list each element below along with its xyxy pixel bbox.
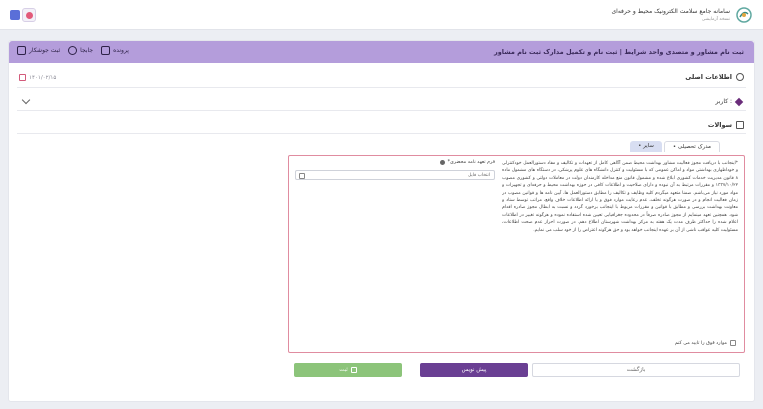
- divider: [17, 133, 746, 134]
- brand-logo-icon: [736, 7, 752, 23]
- agree-checkbox[interactable]: [730, 340, 736, 346]
- tab-other[interactable]: • سایر: [630, 141, 662, 152]
- register-icon: [17, 46, 26, 55]
- info-section-title[interactable]: اطلاعات اصلی: [685, 73, 744, 81]
- page-header: ثبت نام مشاور و متصدی واحد شرایط | ثبت ن…: [9, 41, 754, 63]
- tab-education[interactable]: • مدرک تحصیلی: [663, 141, 720, 152]
- diamond-icon: [734, 97, 744, 106]
- folder-icon: [101, 46, 111, 55]
- document-label-text: *فرم تعهد نامه محضری: [447, 160, 495, 165]
- swap-label: جابجا: [80, 47, 94, 54]
- tabs: • مدرک تحصیلی • سایر: [630, 141, 720, 152]
- swap-icon: [68, 46, 78, 55]
- register-button[interactable]: ثبت جوشکار: [17, 46, 60, 55]
- header-actions: ثبت جوشکار جابجا پرونده: [17, 46, 129, 55]
- chevron-down-icon[interactable]: [21, 95, 31, 105]
- submit-button[interactable]: ثبت: [294, 363, 402, 377]
- questions-section-title[interactable]: سوالات: [708, 121, 744, 129]
- user-menu-toggle-icon[interactable]: [10, 10, 20, 20]
- file-placeholder: انتخاب فایل: [468, 172, 490, 178]
- calendar-icon: [19, 74, 26, 81]
- agree-label: موارد فوق را تایید می کنم: [674, 340, 727, 346]
- document-label: *فرم تعهد نامه محضری: [295, 160, 495, 165]
- page-title: ثبت نام مشاور و متصدی واحد شرایط | ثبت ن…: [494, 48, 744, 56]
- brand-text: سامانه جامع سلامت الکترونیک محیط و حرفه‌…: [611, 8, 730, 22]
- edit-icon: [736, 121, 744, 129]
- file-input[interactable]: انتخاب فایل: [295, 170, 495, 180]
- main-panel: ثبت نام مشاور و متصدی واحد شرایط | ثبت ن…: [8, 40, 755, 402]
- folder-label: پرونده: [113, 47, 129, 54]
- top-bar: سامانه جامع سلامت الکترونیک محیط و حرفه‌…: [0, 0, 763, 30]
- divider: [17, 110, 746, 111]
- register-label: ثبت جوشکار: [29, 47, 61, 54]
- upload-icon[interactable]: [299, 172, 305, 179]
- footer-actions: بازگشت پیش نویس ثبت: [9, 363, 754, 383]
- role-selector[interactable]: کاربر :: [715, 97, 744, 106]
- info-icon: [736, 73, 744, 81]
- folder-button[interactable]: پرونده: [101, 46, 129, 55]
- document-upload: *فرم تعهد نامه محضری انتخاب فایل: [295, 160, 495, 180]
- brand-subtitle: نسخه آزمایشی: [701, 17, 730, 22]
- date-info: ۱۴۰۱/۰۲/۱۵: [19, 74, 56, 81]
- agree-row[interactable]: موارد فوق را تایید می کنم: [675, 340, 736, 346]
- info-section-label: اطلاعات اصلی: [685, 73, 732, 81]
- avatar[interactable]: [22, 8, 36, 22]
- draft-button[interactable]: پیش نویس: [420, 363, 528, 377]
- brand: سامانه جامع سلامت الکترونیک محیط و حرفه‌…: [611, 6, 753, 24]
- terms-box: *اینجانب با دریافت مجوز فعالیت مشاور بهد…: [288, 155, 745, 353]
- save-icon: [350, 367, 357, 373]
- submit-label: ثبت: [339, 367, 348, 373]
- divider: [17, 87, 746, 88]
- swap-button[interactable]: جابجا: [68, 46, 93, 55]
- user-menu[interactable]: [10, 8, 36, 22]
- questions-label: سوالات: [707, 121, 732, 129]
- terms-text: *اینجانب با دریافت مجوز فعالیت مشاور بهد…: [502, 161, 738, 233]
- role-label: کاربر :: [715, 98, 733, 105]
- info-dot-icon: [439, 160, 445, 165]
- back-button[interactable]: بازگشت: [532, 363, 740, 377]
- date-value: ۱۴۰۱/۰۲/۱۵: [29, 74, 57, 81]
- brand-title: سامانه جامع سلامت الکترونیک محیط و حرفه‌…: [611, 8, 730, 15]
